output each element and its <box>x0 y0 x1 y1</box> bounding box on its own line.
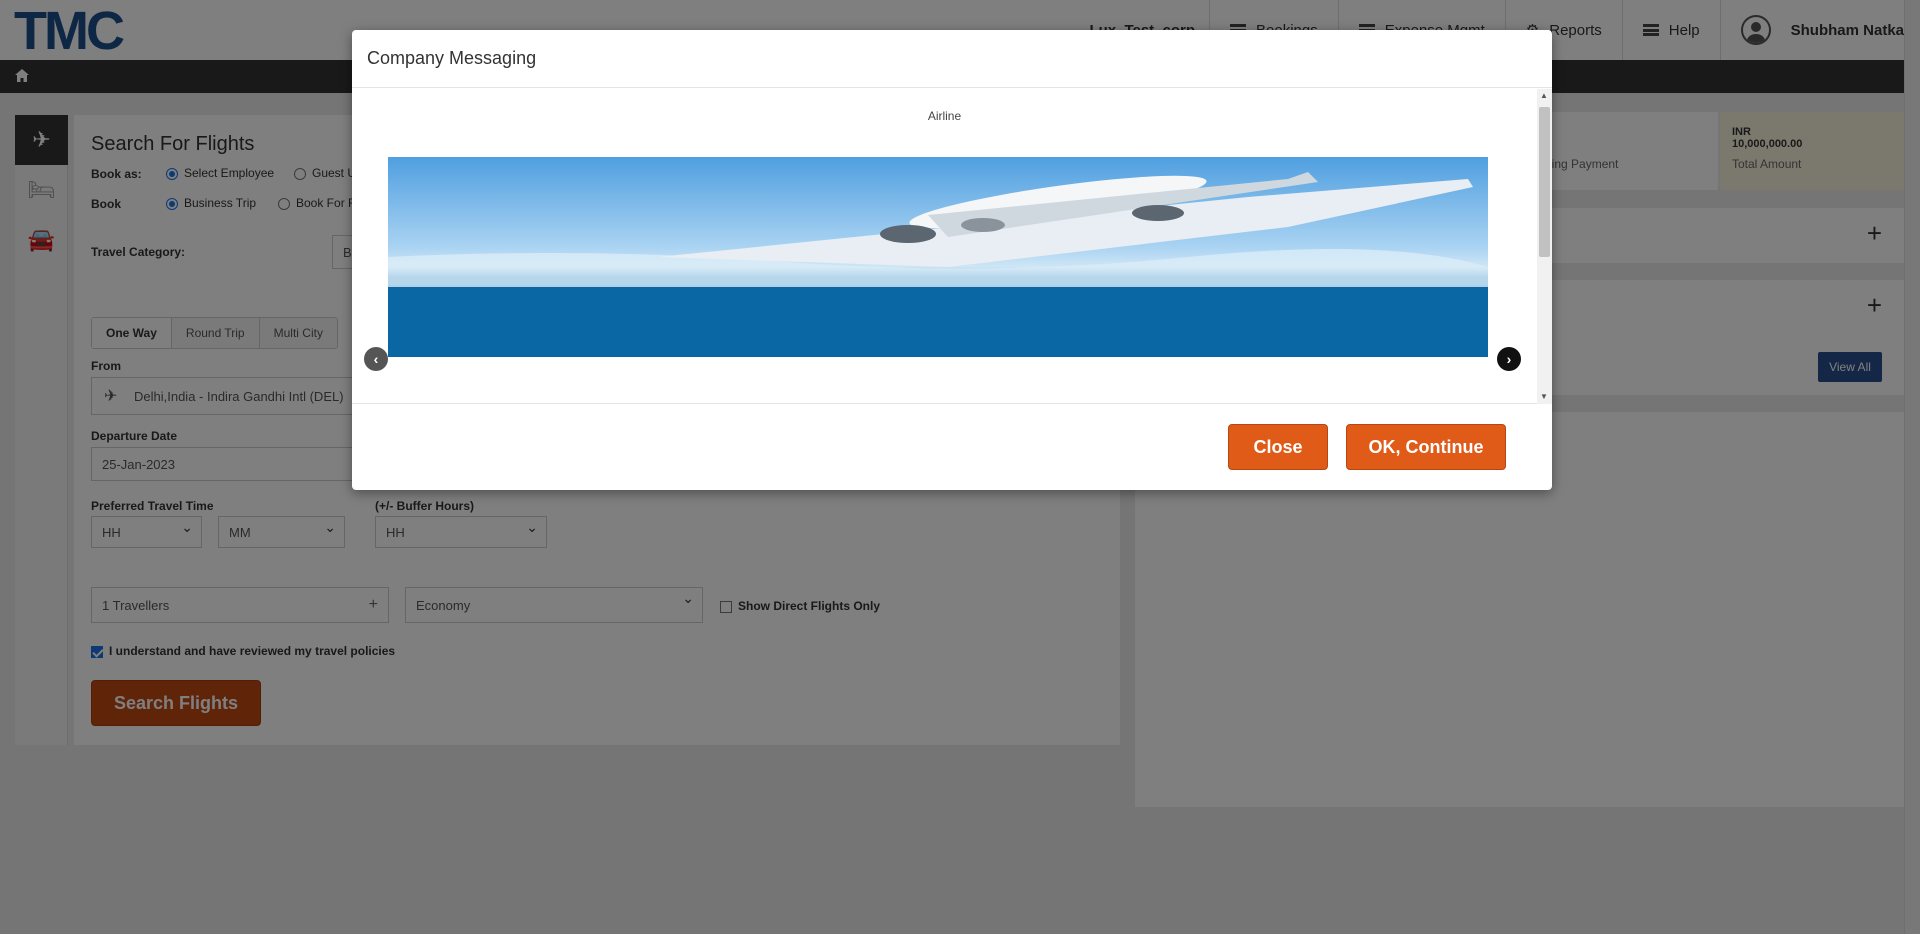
slide-caption: Airline <box>927 109 962 123</box>
airline-banner-image <box>388 157 1488 357</box>
scroll-down-icon[interactable]: ▼ <box>1540 392 1548 401</box>
scroll-up-icon[interactable]: ▲ <box>1540 91 1548 100</box>
carousel-next-button[interactable]: › <box>1497 347 1521 371</box>
close-button[interactable]: Close <box>1228 424 1328 470</box>
ok-continue-button[interactable]: OK, Continue <box>1346 424 1506 470</box>
modal-scrollbar[interactable]: ▲ ▼ <box>1537 89 1552 404</box>
modal-title: Company Messaging <box>352 30 1552 88</box>
carousel-prev-button[interactable]: ‹ <box>364 347 388 371</box>
modal-body: Airline ‹ › ▲ ▼ <box>352 89 1552 404</box>
company-messaging-modal: Company Messaging Airline ‹ › ▲ ▼ Close … <box>352 30 1552 490</box>
scroll-thumb[interactable] <box>1539 107 1550 257</box>
